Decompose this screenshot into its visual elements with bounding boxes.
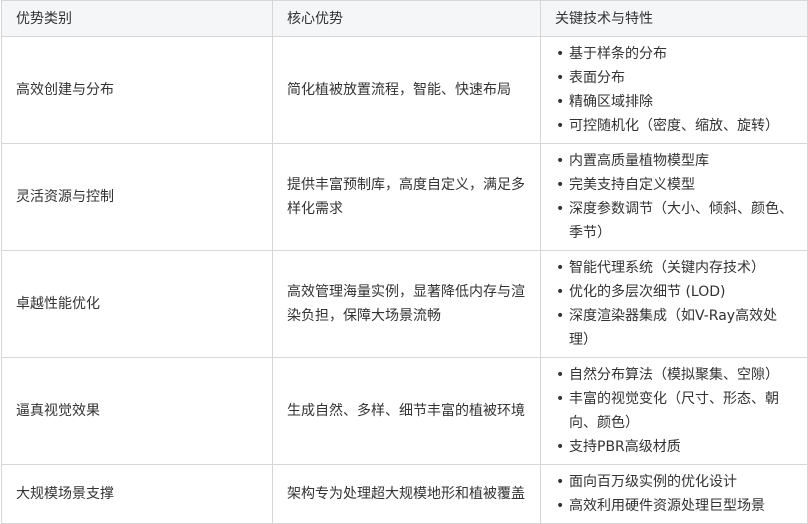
- bullet-icon: •: [556, 118, 565, 134]
- table-row: 卓越性能优化 高效管理海量实例，显著降低内存与渲染负担，保障大场景流畅 • 智能代…: [1, 250, 808, 358]
- feature-item: • 自然分布算法（模拟聚集、空隙）: [555, 363, 795, 387]
- advantage-cell: 架构专为处理超大规模地形和植被覆盖: [272, 464, 541, 524]
- features-cell: • 面向百万级实例的优化设计 • 高效利用硬件资源处理巨型场景: [540, 464, 808, 524]
- category-cell: 大规模场景支撑: [1, 464, 273, 524]
- features-cell: • 内置高质量植物模型库 • 完美支持自定义模型 • 深度参数调节（大小、倾斜、颜色、…: [540, 143, 808, 251]
- advantage-cell: 提供丰富预制库，高度自定义，满足多样化需求: [272, 143, 541, 251]
- table-header-row: 优势类别 核心优势 关键技术与特性: [1, 0, 808, 37]
- feature-item: • 优化的多层次细节 (LOD): [555, 280, 795, 304]
- bullet-icon: •: [556, 70, 565, 86]
- bullet-icon: •: [556, 46, 565, 62]
- feature-list: • 内置高质量植物模型库 • 完美支持自定义模型 • 深度参数调节（大小、倾斜、颜色、…: [555, 149, 795, 245]
- feature-item: • 高效利用硬件资源处理巨型场景: [555, 494, 795, 518]
- bullet-icon: •: [556, 94, 565, 110]
- advantage-cell: 生成自然、多样、细节丰富的植被环境: [272, 357, 541, 465]
- bullet-icon: •: [556, 474, 565, 490]
- feature-item: • 智能代理系统（关键内存技术）: [555, 256, 795, 280]
- feature-list: • 自然分布算法（模拟聚集、空隙） • 丰富的视觉变化（尺寸、形态、朝向、颜色） •…: [555, 363, 795, 459]
- header-advantage: 核心优势: [272, 0, 541, 37]
- table-row: 逼真视觉效果 生成自然、多样、细节丰富的植被环境 • 自然分布算法（模拟聚集、空隙…: [1, 357, 808, 465]
- feature-item: • 内置高质量植物模型库: [555, 149, 795, 173]
- feature-item: • 丰富的视觉变化（尺寸、形态、朝向、颜色）: [555, 387, 795, 435]
- feature-list: • 智能代理系统（关键内存技术） • 优化的多层次细节 (LOD) • 深度渲染器集成…: [555, 256, 795, 352]
- feature-item: • 精确区域排除: [555, 90, 795, 114]
- category-cell: 灵活资源与控制: [1, 143, 273, 251]
- table-row: 高效创建与分布 简化植被放置流程，智能、快速布局 • 基于样条的分布 • 表面分布 …: [1, 36, 808, 144]
- feature-item: • 可控随机化（密度、缩放、旋转）: [555, 114, 795, 138]
- bullet-icon: •: [556, 498, 565, 514]
- advantage-cell: 高效管理海量实例，显著降低内存与渲染负担，保障大场景流畅: [272, 250, 541, 358]
- table-row: 大规模场景支撑 架构专为处理超大规模地形和植被覆盖 • 面向百万级实例的优化设计 …: [1, 464, 808, 524]
- bullet-icon: •: [556, 367, 565, 383]
- feature-item: • 支持PBR高级材质: [555, 435, 795, 459]
- category-cell: 逼真视觉效果: [1, 357, 273, 465]
- bullet-icon: •: [556, 153, 565, 169]
- category-cell: 高效创建与分布: [1, 36, 273, 144]
- features-cell: • 自然分布算法（模拟聚集、空隙） • 丰富的视觉变化（尺寸、形态、朝向、颜色） •…: [540, 357, 808, 465]
- features-cell: • 基于样条的分布 • 表面分布 • 精确区域排除 • 可控随机化（密度、缩放、旋转）: [540, 36, 808, 144]
- bullet-icon: •: [556, 284, 565, 300]
- category-cell: 卓越性能优化: [1, 250, 273, 358]
- feature-item: • 深度渲染器集成（如V-Ray高效处理）: [555, 304, 795, 352]
- feature-item: • 基于样条的分布: [555, 42, 795, 66]
- table-row: 灵活资源与控制 提供丰富预制库，高度自定义，满足多样化需求 • 内置高质量植物模型…: [1, 143, 808, 251]
- bullet-icon: •: [556, 260, 565, 276]
- feature-item: • 表面分布: [555, 66, 795, 90]
- feature-item: • 深度参数调节（大小、倾斜、颜色、季节）: [555, 197, 795, 245]
- feature-table: 优势类别 核心优势 关键技术与特性 高效创建与分布 简化植被放置流程，智能、快速…: [1, 0, 808, 524]
- bullet-icon: •: [556, 391, 565, 407]
- bullet-icon: •: [556, 177, 565, 193]
- bullet-icon: •: [556, 439, 565, 455]
- bullet-icon: •: [556, 308, 565, 324]
- feature-item: • 面向百万级实例的优化设计: [555, 470, 795, 494]
- bullet-icon: •: [556, 201, 565, 217]
- feature-list: • 基于样条的分布 • 表面分布 • 精确区域排除 • 可控随机化（密度、缩放、旋转）: [555, 42, 795, 138]
- advantage-cell: 简化植被放置流程，智能、快速布局: [272, 36, 541, 144]
- features-cell: • 智能代理系统（关键内存技术） • 优化的多层次细节 (LOD) • 深度渲染器集成…: [540, 250, 808, 358]
- feature-item: • 完美支持自定义模型: [555, 173, 795, 197]
- header-category: 优势类别: [1, 0, 273, 37]
- header-features: 关键技术与特性: [540, 0, 808, 37]
